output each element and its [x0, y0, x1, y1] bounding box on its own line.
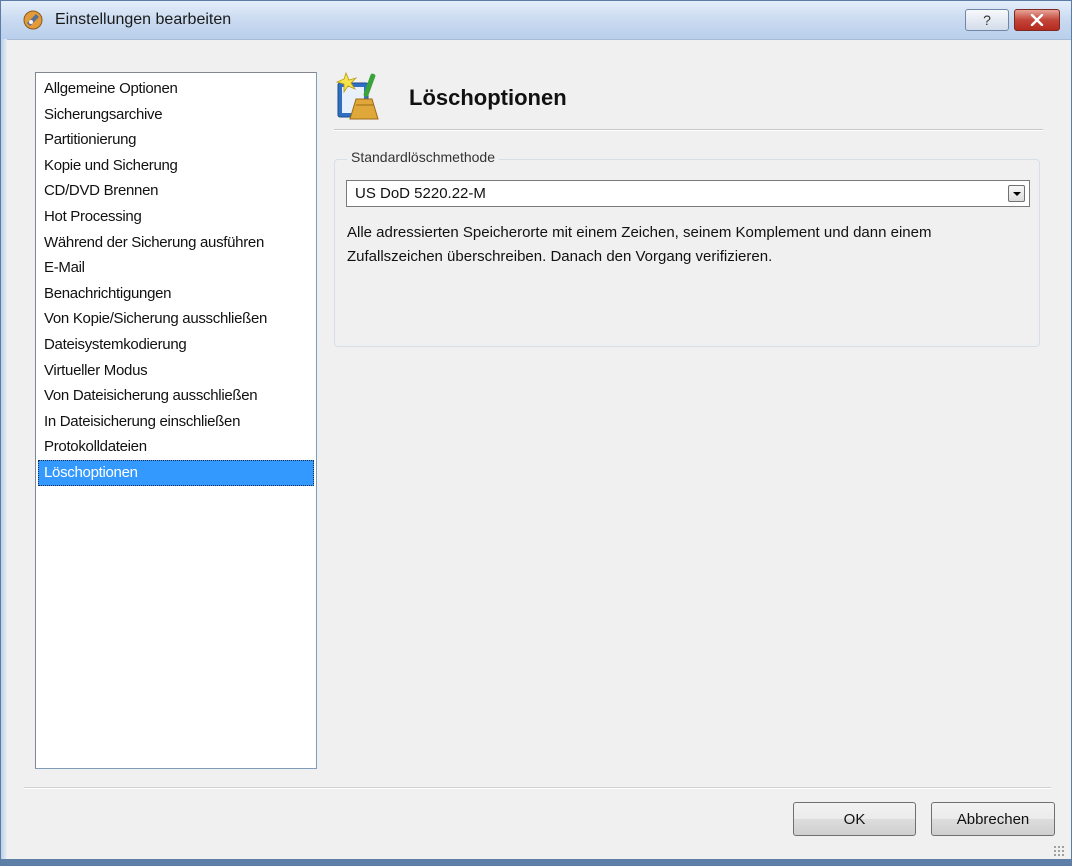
- header-divider: [334, 129, 1043, 131]
- list-item[interactable]: Allgemeine Optionen: [38, 76, 314, 102]
- title-bar[interactable]: Einstellungen bearbeiten ?: [1, 1, 1071, 40]
- list-item[interactable]: Protokolldateien: [38, 434, 314, 460]
- footer-divider: [24, 787, 1051, 789]
- list-item[interactable]: In Dateisicherung einschließen: [38, 409, 314, 435]
- page-title: Löschoptionen: [409, 85, 567, 110]
- list-item[interactable]: Kopie und Sicherung: [38, 153, 314, 179]
- options-list[interactable]: Allgemeine Optionen Sicherungsarchive Part…: [35, 72, 317, 769]
- list-item[interactable]: E-Mail: [38, 255, 314, 281]
- chevron-down-icon[interactable]: [1008, 185, 1025, 202]
- settings-app-icon: [23, 10, 43, 30]
- list-item[interactable]: CD/DVD Brennen: [38, 178, 314, 204]
- broom-icon: [335, 71, 379, 120]
- ok-button[interactable]: OK: [793, 802, 916, 836]
- list-item[interactable]: Hot Processing: [38, 204, 314, 230]
- cancel-button[interactable]: Abbrechen: [931, 802, 1055, 836]
- list-item[interactable]: Partitionierung: [38, 127, 314, 153]
- window-frame-bottom: [1, 859, 1071, 865]
- list-item[interactable]: Benachrichtigungen: [38, 281, 314, 307]
- window-title: Einstellungen bearbeiten: [55, 11, 232, 28]
- method-description: Alle adressierten Speicherorte mit einem…: [347, 224, 932, 265]
- help-button[interactable]: ?: [965, 9, 1009, 31]
- list-item[interactable]: Virtueller Modus: [38, 358, 314, 384]
- list-item[interactable]: Von Kopie/Sicherung ausschließen: [38, 306, 314, 332]
- delete-method-value: US DoD 5220.22-M: [355, 185, 486, 202]
- list-item[interactable]: Sicherungsarchive: [38, 102, 314, 128]
- settings-dialog: Einstellungen bearbeiten ? Allgemeine Op…: [0, 0, 1072, 866]
- list-item[interactable]: Während der Sicherung ausführen: [38, 230, 314, 256]
- close-button[interactable]: [1014, 9, 1060, 31]
- resize-grip-icon[interactable]: [1053, 845, 1065, 857]
- list-item[interactable]: Von Dateisicherung ausschließen: [38, 383, 314, 409]
- list-item[interactable]: Dateisystemkodierung: [38, 332, 314, 358]
- list-item[interactable]: Löschoptionen: [38, 459, 314, 486]
- group-label: Standardlöschmethode: [347, 149, 499, 165]
- delete-method-select[interactable]: US DoD 5220.22-M: [346, 180, 1030, 207]
- close-icon: [1030, 14, 1044, 26]
- window-frame-left: [1, 39, 7, 865]
- help-icon: ?: [983, 12, 991, 28]
